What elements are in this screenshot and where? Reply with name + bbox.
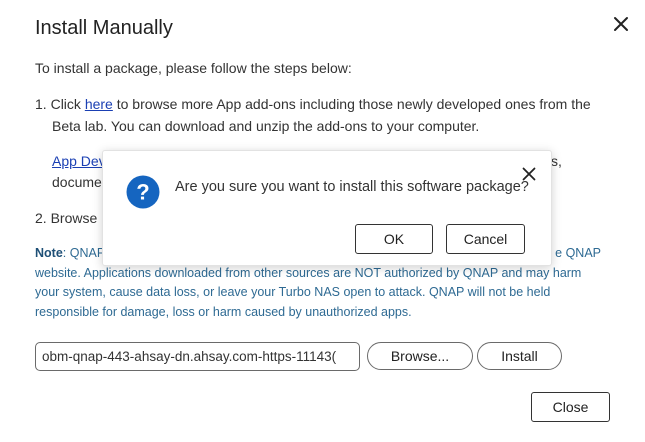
step-1-number: 1. [35, 96, 47, 112]
confirm-popup: ? Are you sure you want to install this … [102, 150, 552, 266]
step-2-text: 2. Browse [35, 210, 98, 226]
cancel-button[interactable]: Cancel [446, 224, 525, 254]
here-link[interactable]: here [85, 96, 113, 112]
dialog-title: Install Manually [35, 17, 173, 39]
install-button[interactable]: Install [477, 342, 562, 370]
svg-text:?: ? [136, 180, 149, 205]
step-1-prefix: Click [50, 96, 85, 112]
package-file-input[interactable] [35, 342, 360, 371]
step-1-line-1: 1. Click here to browse more App add-ons… [35, 93, 591, 115]
step-1-line-2: Beta lab. You can download and unzip the… [52, 118, 480, 134]
note-line-1-end: e QNAP [555, 246, 601, 260]
app-dev-link[interactable]: App Dev [52, 150, 106, 172]
close-button[interactable]: Close [531, 392, 610, 422]
note-line-4: responsible for damage, loss or harm cau… [35, 304, 412, 319]
dialog-close-button[interactable] [611, 14, 631, 34]
hidden-text-tail: s, [551, 153, 562, 169]
step-1-suffix: to browse more App add-ons including tho… [112, 96, 591, 112]
app-dev-link-text[interactable]: App Dev [52, 153, 106, 169]
note-line-2: website. Applications downloaded from ot… [35, 265, 582, 280]
browse-button[interactable]: Browse... [367, 342, 473, 370]
note-line-1-start: : QNAP [62, 246, 106, 260]
note-label: Note [35, 246, 63, 260]
intro-text: To install a package, please follow the … [35, 60, 352, 76]
confirm-close-button[interactable] [521, 166, 537, 182]
documents-text: docume [52, 174, 102, 190]
ok-button[interactable]: OK [355, 224, 433, 254]
confirm-message: Are you sure you want to install this so… [175, 179, 529, 195]
close-icon [614, 17, 628, 31]
note-line-3: your system, cause data loss, or leave y… [35, 285, 551, 299]
question-icon: ? [126, 175, 160, 209]
close-icon [522, 167, 536, 181]
install-manually-dialog: Install Manually To install a package, p… [0, 0, 645, 442]
